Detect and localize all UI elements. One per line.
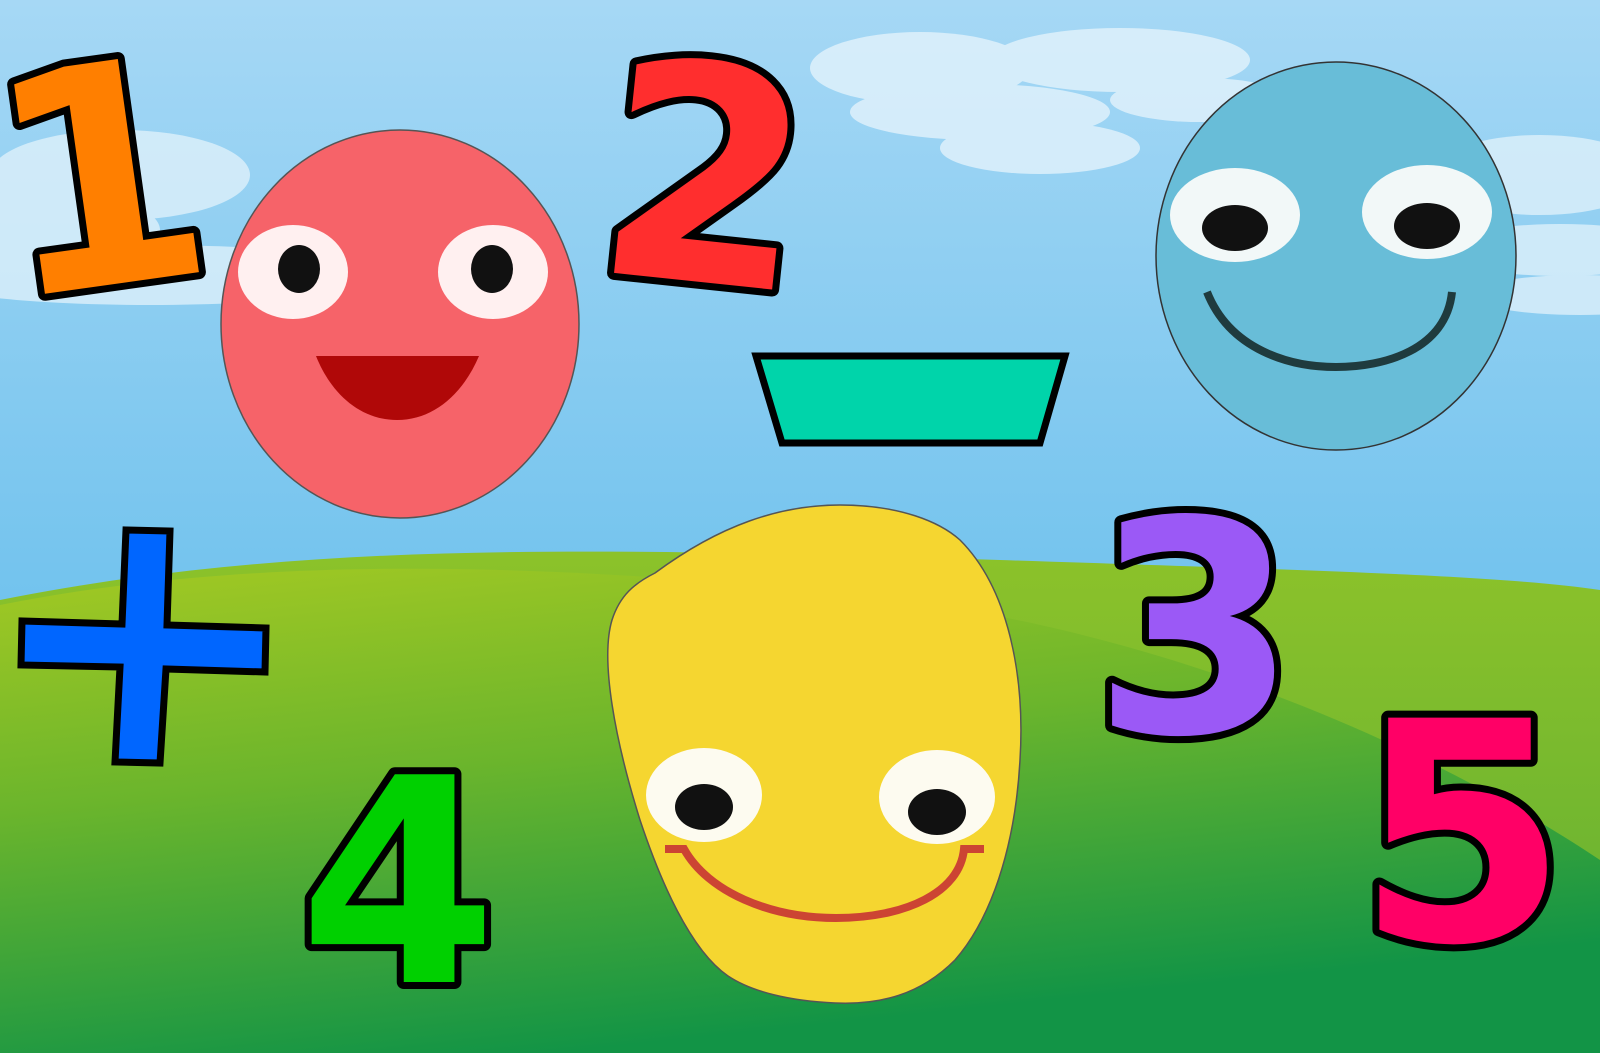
minus-sign [751,352,1070,447]
number-five: 5 [1356,657,1568,1012]
blue-face-left-pupil [1202,205,1268,251]
number-three: 3 [1092,458,1297,802]
math-characters-scene: 1 2 3 4 5 [0,0,1600,1053]
number-two: 2 [583,0,827,363]
blue-face-right-pupil [1394,203,1460,249]
red-face [220,129,580,519]
number-four: 4 [299,718,497,1050]
red-face-left-pupil [278,245,320,293]
yellow-face-left-pupil [675,784,733,830]
blue-face [1155,61,1517,451]
yellow-face-right-pupil [908,789,966,835]
red-face-right-pupil [471,245,513,293]
